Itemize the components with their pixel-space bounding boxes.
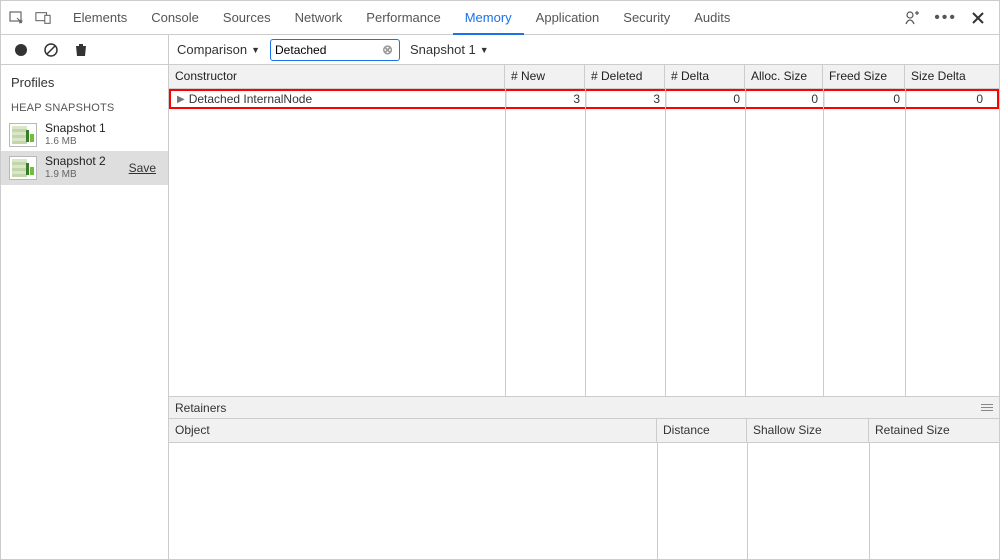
record-icon[interactable] [13, 42, 29, 58]
expand-icon[interactable]: ▶ [177, 94, 185, 105]
tab-console[interactable]: Console [139, 1, 211, 34]
col-retained-size[interactable]: Retained Size [869, 419, 999, 442]
col-deleted[interactable]: # Deleted [585, 65, 665, 88]
retainers-title-bar: Retainers [169, 397, 999, 419]
clear-filter-icon[interactable]: ⊗ [380, 42, 395, 58]
comparison-toolbar: Comparison ▼ ⊗ Snapshot 1 ▼ [169, 35, 999, 65]
cell-constructor: ▶Detached InternalNode [171, 91, 507, 107]
chevron-down-icon: ▼ [251, 45, 260, 55]
col-constructor[interactable]: Constructor [169, 65, 505, 88]
retainers-header: Object Distance Shallow Size Retained Si… [169, 419, 999, 443]
tab-performance[interactable]: Performance [354, 1, 452, 34]
snapshot-save-link[interactable]: Save [129, 161, 160, 175]
view-dropdown[interactable]: Comparison ▼ [177, 42, 260, 57]
snapshot-thumb-icon [9, 123, 37, 147]
cell-new: 3 [507, 91, 587, 107]
base-snapshot-dropdown[interactable]: Snapshot 1 ▼ [410, 42, 489, 57]
snapshot-item[interactable]: Snapshot 2 1.9 MB Save [1, 151, 168, 184]
col-object[interactable]: Object [169, 419, 657, 442]
cell-alloc: 0 [747, 91, 825, 107]
heap-table-header: Constructor # New # Deleted # Delta Allo… [169, 65, 999, 89]
tab-audits[interactable]: Audits [682, 1, 742, 34]
col-freed-size[interactable]: Freed Size [823, 65, 905, 88]
class-filter-field[interactable] [275, 43, 380, 57]
tab-security[interactable]: Security [611, 1, 682, 34]
cell-freed: 0 [825, 91, 907, 107]
cell-deleted: 3 [587, 91, 667, 107]
retainers-body [169, 443, 999, 559]
tab-application[interactable]: Application [524, 1, 612, 34]
main-tabstrip: ElementsConsoleSourcesNetworkPerformance… [1, 1, 999, 35]
devtools-window: ElementsConsoleSourcesNetworkPerformance… [0, 0, 1000, 560]
col-delta[interactable]: # Delta [665, 65, 745, 88]
base-snapshot-label: Snapshot 1 [410, 42, 476, 57]
col-shallow-size[interactable]: Shallow Size [747, 419, 869, 442]
inspect-element-icon[interactable] [9, 10, 25, 26]
retainers-title: Retainers [175, 401, 226, 415]
close-devtools-icon[interactable] [971, 11, 985, 25]
col-distance[interactable]: Distance [657, 419, 747, 442]
snapshot-size: 1.9 MB [45, 169, 121, 181]
delete-icon[interactable] [73, 42, 89, 58]
retainers-menu-icon[interactable] [981, 404, 993, 411]
feedback-icon[interactable] [904, 10, 920, 26]
col-size-delta[interactable]: Size Delta [905, 65, 987, 88]
snapshot-size: 1.6 MB [45, 136, 160, 148]
tab-memory[interactable]: Memory [453, 1, 524, 35]
clear-icon[interactable] [43, 42, 59, 58]
tab-network[interactable]: Network [283, 1, 355, 34]
heap-diff-table: Constructor # New # Deleted # Delta Allo… [169, 65, 999, 397]
col-alloc-size[interactable]: Alloc. Size [745, 65, 823, 88]
snapshot-item[interactable]: Snapshot 1 1.6 MB [1, 118, 168, 151]
tab-elements[interactable]: Elements [61, 1, 139, 34]
heap-snapshots-label: HEAP SNAPSHOTS [1, 96, 168, 118]
cell-delta: 0 [667, 91, 747, 107]
snapshot-title: Snapshot 1 [45, 122, 160, 136]
cell-size-delta: 0 [907, 91, 989, 107]
col-new[interactable]: # New [505, 65, 585, 88]
device-toolbar-icon[interactable] [35, 10, 51, 26]
view-dropdown-label: Comparison [177, 42, 247, 57]
chevron-down-icon: ▼ [480, 45, 489, 55]
more-menu-icon[interactable]: ••• [934, 9, 957, 27]
snapshot-title: Snapshot 2 [45, 155, 121, 169]
profiles-toolbar [1, 35, 168, 65]
table-row[interactable]: ▶Detached InternalNode 3 3 0 0 0 0 [169, 89, 999, 109]
class-filter-input[interactable]: ⊗ [270, 39, 400, 61]
tab-sources[interactable]: Sources [211, 1, 283, 34]
memory-main-panel: Comparison ▼ ⊗ Snapshot 1 ▼ Constructor … [169, 35, 999, 559]
snapshot-thumb-icon [9, 156, 37, 180]
profiles-title: Profiles [1, 65, 168, 96]
profiles-sidebar: Profiles HEAP SNAPSHOTS Snapshot 1 1.6 M… [1, 35, 169, 559]
